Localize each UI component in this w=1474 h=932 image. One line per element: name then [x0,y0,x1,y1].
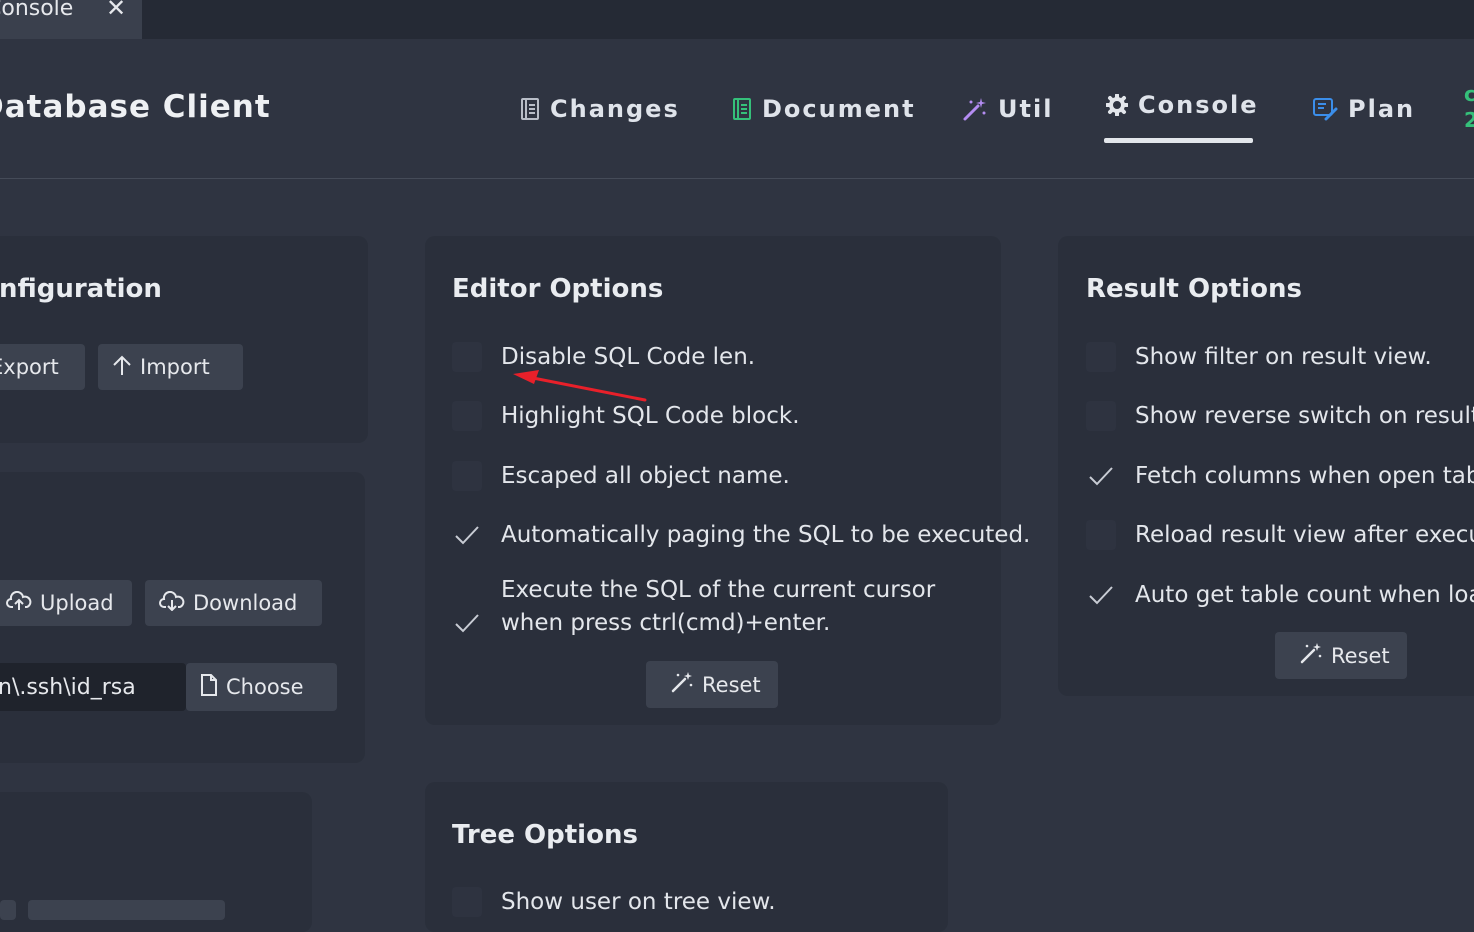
magic-wand-icon [1299,641,1323,670]
nav-label: Plan [1348,95,1416,123]
file-icon [200,673,218,702]
option-show-user-tree[interactable]: Show user on tree view. [452,886,776,919]
configuration-card: Configuration Export Import [0,236,368,443]
option-show-filter[interactable]: Show filter on result view. [1086,341,1432,374]
option-reload-result-view[interactable]: Reload result view after execute [1086,519,1474,552]
magic-wand-icon [670,670,694,699]
checkbox[interactable] [1086,401,1116,431]
editor-reset-button[interactable]: Reset [646,661,778,708]
partial-button[interactable] [28,900,225,920]
card-title: Result Options [1086,274,1302,304]
checkbox-checked[interactable] [1086,461,1116,491]
document-icon [732,98,752,120]
upload-button[interactable]: Upload [0,580,132,626]
option-execute-cursor-sql[interactable]: Execute the SQL of the current cursor wh… [452,574,991,640]
ssh-key-path-input[interactable]: n\.ssh\id_rsa [0,663,186,711]
checkmark-icon [455,614,479,633]
result-options-card: Result Options Show filter on result vie… [1058,236,1474,696]
nav-plan[interactable]: Plan [1312,89,1415,129]
option-highlight-code-block[interactable]: Highlight SQL Code block. [452,400,800,433]
option-auto-table-count[interactable]: Auto get table count when load [1086,579,1474,612]
close-icon[interactable]: ✕ [106,0,126,22]
header: Database Client Changes Document Util Co… [0,39,1474,179]
nav-document[interactable]: Document [732,89,916,129]
magic-wand-icon [962,96,988,122]
choose-file-button[interactable]: Choose [186,663,337,711]
checkbox[interactable] [1086,342,1116,372]
nav-changes[interactable]: Changes [520,89,680,129]
checkbox-checked[interactable] [452,520,482,550]
cloud-upload-icon [6,590,32,616]
active-tab-indicator [1104,138,1253,143]
tab-bar: Console ✕ [0,0,1474,39]
checkmark-icon [455,526,479,545]
option-show-reverse-switch[interactable]: Show reverse switch on result vi [1086,400,1474,433]
card-title: Configuration [0,274,162,304]
checkbox[interactable] [452,887,482,917]
plan-icon [1312,97,1338,121]
tab-label: Console [0,0,74,21]
checkbox[interactable] [452,461,482,491]
option-escape-object-name[interactable]: Escaped all object name. [452,460,790,493]
tree-options-card: Tree Options Show user on tree view. [425,782,948,932]
annotation-arrow-icon [513,370,647,402]
checkbox[interactable] [452,401,482,431]
download-button[interactable]: Download [145,580,322,626]
bottom-left-card [0,792,312,932]
checkbox[interactable] [1086,520,1116,550]
partial-button[interactable] [0,900,16,920]
card-title: Editor Options [452,274,664,304]
checkmark-icon [1089,586,1113,605]
ssh-card: Upload Download n\.ssh\id_rsa Choose [0,472,365,763]
gear-icon [1106,94,1128,116]
export-button[interactable]: Export [0,344,85,390]
checkbox[interactable] [452,342,482,372]
checkbox-checked[interactable] [452,608,482,638]
result-reset-button[interactable]: Reset [1275,632,1407,679]
arrow-up-icon [112,354,132,381]
nav-label: Console [1138,91,1259,119]
card-title: Tree Options [452,820,638,850]
option-fetch-columns[interactable]: Fetch columns when open table [1086,460,1474,493]
nav-console[interactable]: Console [1106,85,1258,125]
tab-console[interactable]: Console ✕ [0,0,142,39]
nav-extra[interactable]: c 2 [1464,81,1474,133]
option-auto-paging[interactable]: Automatically paging the SQL to be execu… [452,519,1030,552]
nav-util[interactable]: Util [962,89,1053,129]
nav-label: Document [762,95,916,123]
checkbox-checked[interactable] [1086,580,1116,610]
checkmark-icon [1089,467,1113,486]
editor-options-card: Editor Options Disable SQL Code len. Hig… [425,236,1030,725]
app-title: Database Client [0,89,271,125]
import-button[interactable]: Import [98,344,243,390]
nav-label: Changes [550,95,680,123]
book-icon [520,98,540,120]
nav-label: Util [998,95,1054,123]
cloud-download-icon [159,590,185,616]
